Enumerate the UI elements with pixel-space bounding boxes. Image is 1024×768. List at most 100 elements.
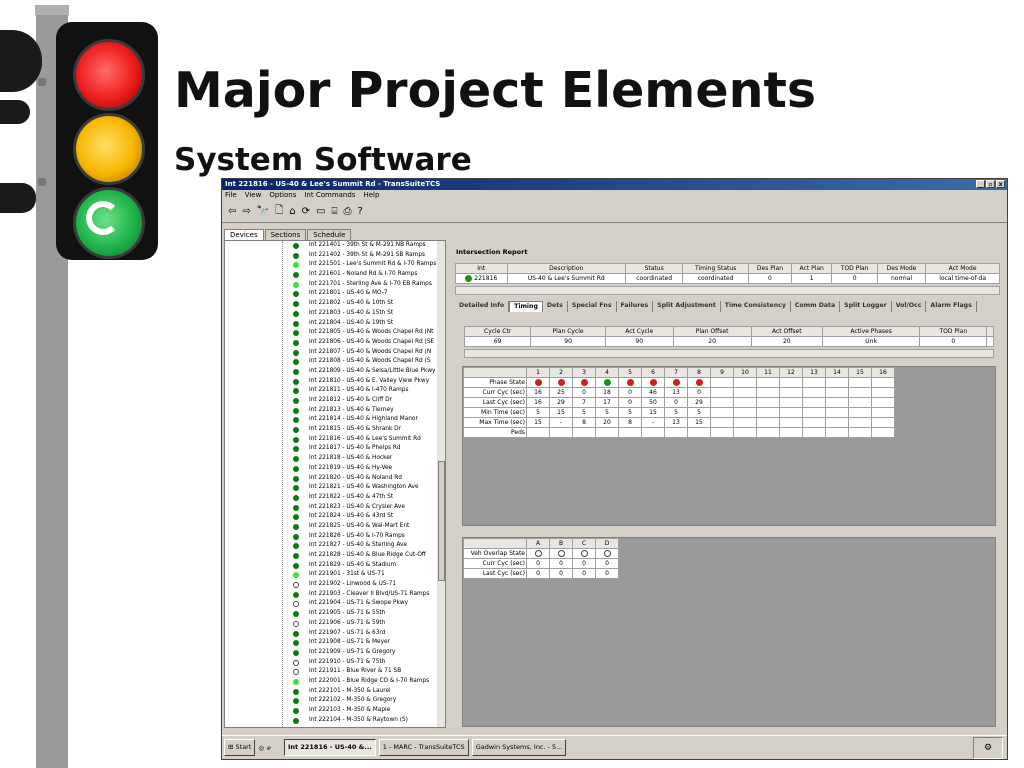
tree-item[interactable]: Int 221802 - US-40 & 10th St [225,299,445,309]
report-hscroll[interactable] [455,286,1000,295]
tree-item[interactable]: Int 221909 - US-71 & Gregory [225,648,445,658]
tab-devices[interactable]: Devices [224,229,264,240]
tab-time-consistency[interactable]: Time Consistency [721,301,791,312]
tree-item[interactable]: Int 221905 - US-71 & 55th [225,609,445,619]
tree-item[interactable]: Int 221907 - US-71 & 63rd [225,629,445,639]
tree-item[interactable]: Int 221827 - US-40 & Sterling Ave [225,541,445,551]
taskbar-item[interactable]: Int 221816 - US-40 &... [283,739,376,756]
column-header[interactable]: Des Mode [876,263,927,274]
maximize-button[interactable]: ▫ [986,180,995,188]
tree-item[interactable]: Int 221501 - Lee's Summit Rd & I-70 Ramp… [225,260,445,270]
tree-item[interactable]: Int 221804 - US-40 & 19th St [225,319,445,329]
tree-item[interactable]: Int 221902 - Linwood & US-71 [225,580,445,590]
tab-vol-occ[interactable]: Vol/Occ [892,301,927,312]
tree-item[interactable]: Int 221825 - US-40 & Wal-Mart Ent [225,522,445,532]
column-header[interactable]: TOD Plan [831,263,878,274]
tree-item[interactable]: Int 221601 - Noland Rd & I-70 Ramps [225,270,445,280]
start-button[interactable]: ⊞ Start [224,739,256,756]
tab-special-fns[interactable]: Special Fns [568,301,617,312]
column-header[interactable]: Act Mode [925,263,1000,274]
cycle-hscroll[interactable] [464,349,994,358]
tree-item[interactable]: Int 221701 - Sterling Ave & I-70 EB Ramp… [225,280,445,290]
tree-item[interactable]: Int 221807 - US-40 & Woods Chapel Rd (N [225,348,445,358]
menu-item-int-commands[interactable]: Int Commands [304,190,355,200]
tree-item[interactable]: Int 221904 - US-71 & Swope Pkwy [225,599,445,609]
tree-item[interactable]: Int 221815 - US-40 & Shrank Dr [225,425,445,435]
close-button[interactable]: x [996,180,1005,188]
taskbar-item[interactable]: 1 - MARC - TransSuiteTCS [378,739,469,756]
column-header[interactable]: Description [506,263,626,274]
tree-item[interactable]: Int 221910 - US-71 & 75th [225,658,445,668]
menu-item-file[interactable]: File [225,190,237,200]
minimize-button[interactable]: _ [976,180,985,188]
tree-item[interactable]: Int 222103 - M-350 & Maple [225,706,445,716]
tree-item[interactable]: Int 221805 - US-40 & Woods Chapel Rd (Nt [225,328,445,338]
binoculars-icon[interactable]: 🔭 [257,206,269,217]
tree-item[interactable]: Int 221803 - US-40 & 15th St [225,309,445,319]
tree-item[interactable]: Int 221814 - US-40 & Highland Manor [225,415,445,425]
window-icon[interactable]: ▭ [316,206,325,217]
tree-item[interactable]: Int 222104 - M-350 & Raytown (S) [225,716,445,726]
tree-item[interactable]: Int 221401 - 39th St & M-291 NB Ramps [225,241,445,251]
tree-item[interactable]: Int 221823 - US-40 & Crysler Ave [225,503,445,513]
tree-item[interactable]: Int 221911 - Blue River & 71 SB [225,667,445,677]
system-tray[interactable]: ⚙ [973,736,1003,759]
scrollbar-thumb[interactable] [438,461,445,581]
network-icon[interactable]: ⌸ [331,206,337,217]
help-icon[interactable]: ? [357,206,362,217]
tree-item[interactable]: Int 221828 - US-40 & Blue Ridge Cut-Off [225,551,445,561]
taskbar-item[interactable]: Gadwin Systems, Inc. - 5... [471,739,567,756]
forward-arrow-icon[interactable]: ⇨ [242,206,250,217]
tree-item[interactable]: Int 222101 - M-350 & Laurel [225,687,445,697]
browser-icon[interactable]: ℯ [267,744,271,752]
document-icon[interactable]: 🗋 [275,203,283,220]
quicklaunch-icon[interactable]: ◎ [258,744,264,752]
tree-item[interactable]: Int 221801 - US-40 & MO-7 [225,289,445,299]
tree-item[interactable]: Int 221812 - US-40 & Cliff Dr [225,396,445,406]
tree-item[interactable]: Int 221822 - US-40 & 47th St [225,493,445,503]
tab-dets[interactable]: Dets [543,301,568,312]
tree-item[interactable]: Int 221811 - US-40 & I-470 Ramps [225,386,445,396]
tab-comm-data[interactable]: Comm Data [791,301,841,312]
tree-item[interactable]: Int 221903 - Cleaver II Blvd/US-71 Ramps [225,590,445,600]
menu-item-view[interactable]: View [245,190,262,200]
tree-item[interactable]: Int 221813 - US-40 & Tierney [225,406,445,416]
column-header[interactable]: Timing Status [682,263,749,274]
tree-item[interactable]: Int 222001 - Blue Ridge CO & I-70 Ramps [225,677,445,687]
column-header[interactable]: Des Plan [747,263,792,274]
tree-item[interactable]: Int 221906 - US-71 & 59th [225,619,445,629]
tab-timing[interactable]: Timing [509,301,543,312]
tree-item[interactable]: Int 221809 - US-40 & Selsa/Little Blue P… [225,367,445,377]
column-header[interactable]: Act Plan [790,263,833,274]
tree-item[interactable]: Int 221826 - US-40 & I-70 Ramps [225,532,445,542]
tree-item[interactable]: Int 221818 - US-40 & Hocker [225,454,445,464]
tab-failures[interactable]: Failures [617,301,654,312]
tab-split-adjustment[interactable]: Split Adjustment [653,301,721,312]
tree-item[interactable]: Int 221908 - US-71 & Meyer [225,638,445,648]
tree-item[interactable]: Int 221817 - US-40 & Phelps Rd [225,444,445,454]
tree-item[interactable]: Int 221820 - US-40 & Noland Rd [225,474,445,484]
print-icon[interactable]: ⎙ [343,206,351,217]
home-icon[interactable]: ⌂ [289,206,295,217]
tree-item[interactable]: Int 221808 - US-40 & Woods Chapel Rd (S [225,357,445,367]
back-arrow-icon[interactable]: ⇦ [228,206,236,217]
column-header[interactable]: Int [455,263,508,274]
tree-item[interactable]: Int 221810 - US-40 & E. Valley View Pkwy [225,377,445,387]
tree-item[interactable]: Int 222102 - M-350 & Gregory [225,696,445,706]
tree-item[interactable]: Int 221819 - US-40 & Hy-Vee [225,464,445,474]
column-header[interactable]: Status [624,263,684,274]
menu-item-options[interactable]: Options [269,190,296,200]
tab-alarm-flags[interactable]: Alarm Flags [926,301,977,312]
tab-split-logger[interactable]: Split Logger [840,301,892,312]
tree-item[interactable]: Int 221821 - US-40 & Washington Ave [225,483,445,493]
tree-item[interactable]: Int 221824 - US-40 & 43rd St [225,512,445,522]
tab-schedule[interactable]: Schedule [307,229,352,240]
tree-item[interactable]: Int 221402 - 39th St & M-291 SB Ramps [225,251,445,261]
tab-detailed-info[interactable]: Detailed Info [455,301,510,312]
tree-item[interactable]: Int 221829 - US-40 & Stadium [225,561,445,571]
tab-sections[interactable]: Sections [264,229,307,240]
tree-scrollbar[interactable] [437,241,445,727]
tree-item[interactable]: Int 221816 - US-40 & Lee's Summit Rd [225,435,445,445]
tree-item[interactable]: Int 221806 - US-40 & Woods Chapel Rd (SE [225,338,445,348]
menu-item-help[interactable]: Help [363,190,379,200]
